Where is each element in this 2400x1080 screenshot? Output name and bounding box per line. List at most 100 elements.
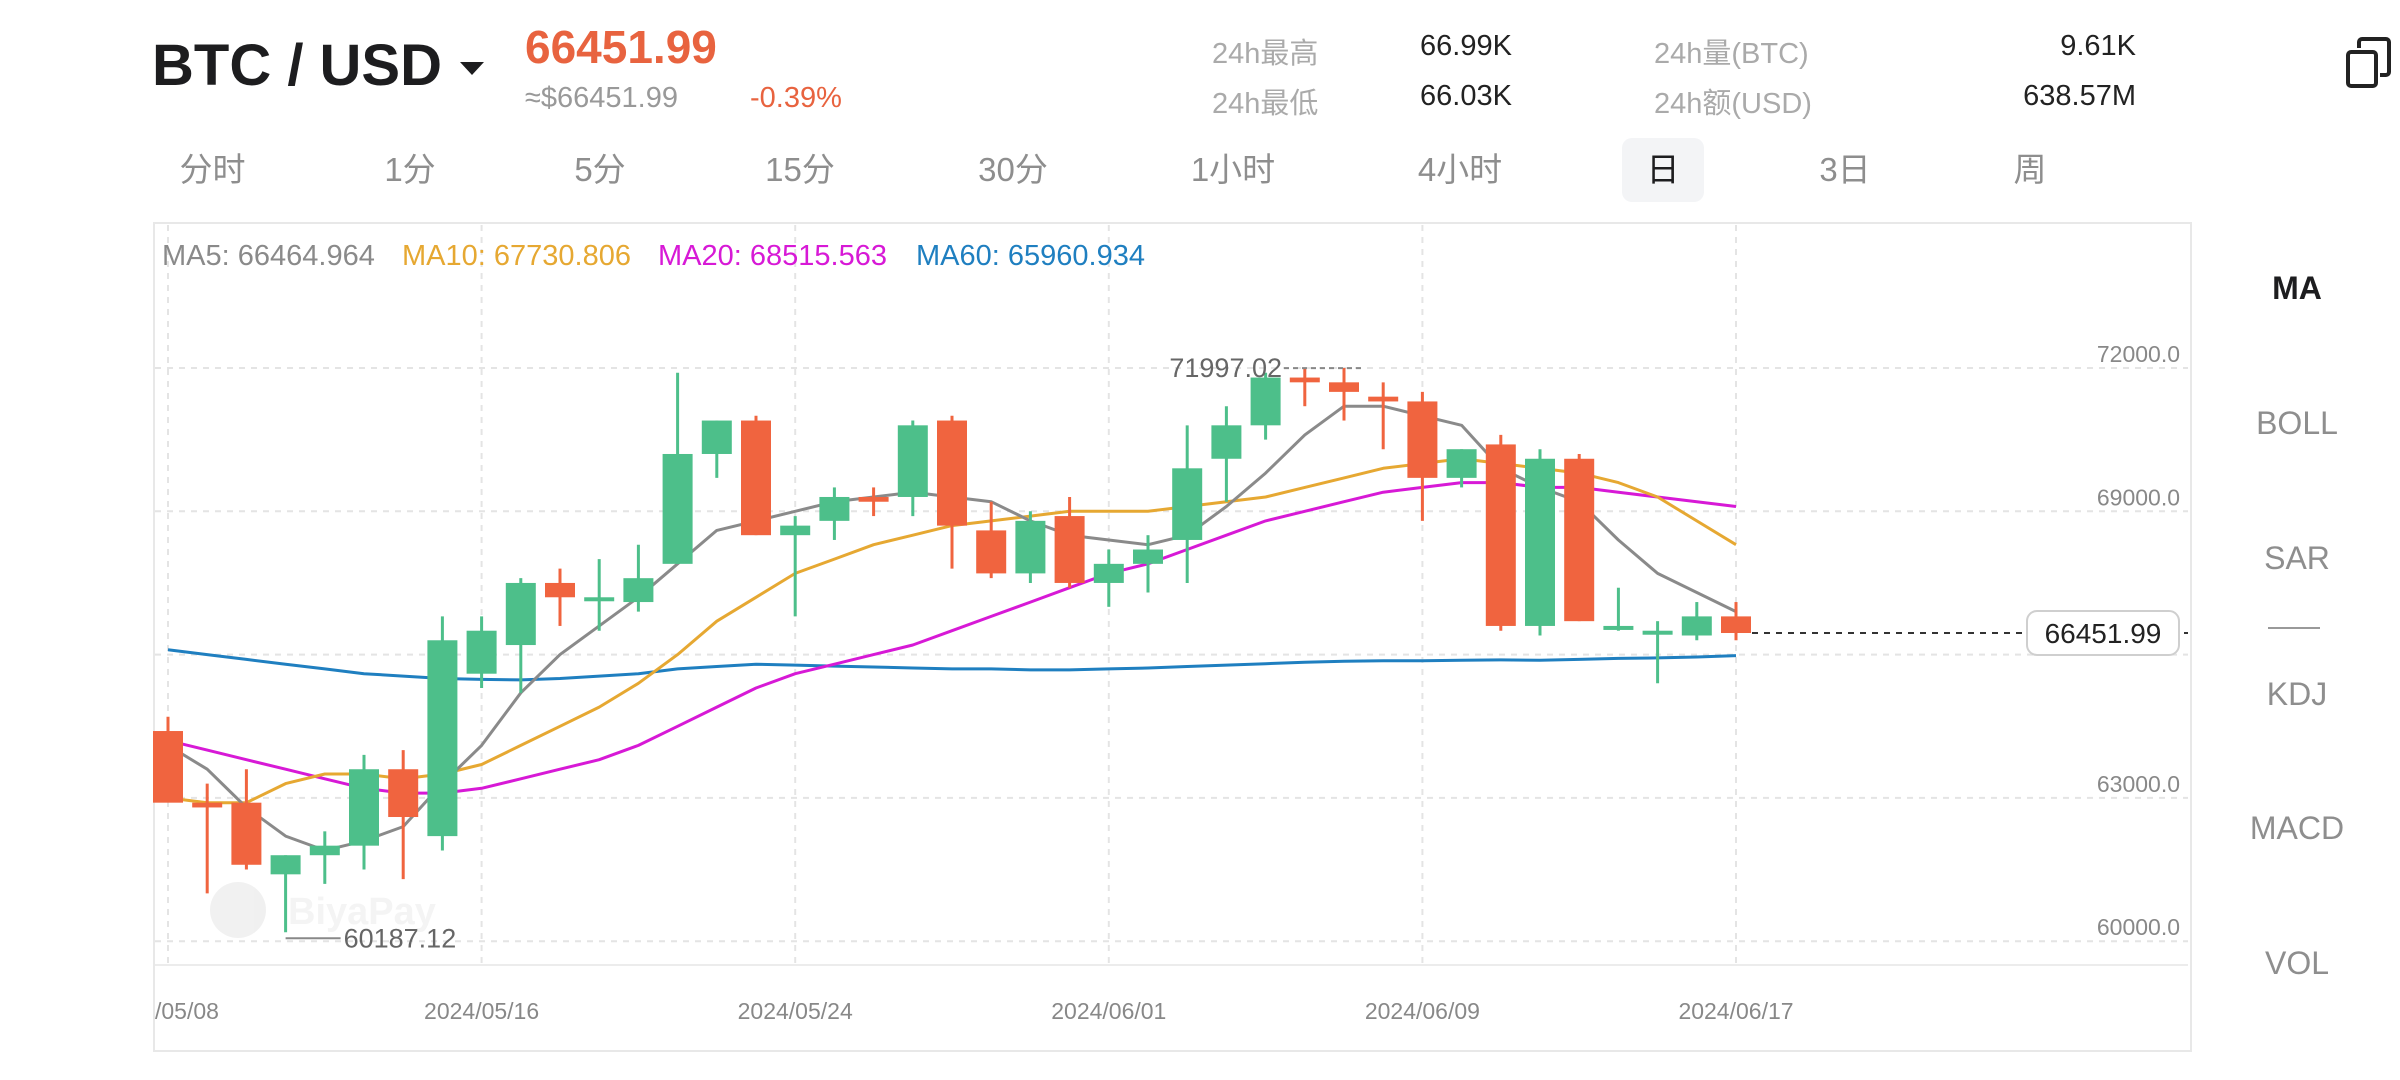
- candle: [1172, 425, 1203, 583]
- candle-body: [1093, 563, 1124, 583]
- candle-body: [1603, 625, 1634, 630]
- candle: [1642, 621, 1673, 684]
- candle-body: [192, 802, 223, 808]
- candle-body: [623, 578, 654, 603]
- candle: [427, 616, 458, 851]
- candle: [976, 501, 1007, 579]
- x-tick-label: 2024/06/09: [1365, 998, 1480, 1024]
- y-tick-label: 60000.0: [2097, 914, 2180, 940]
- candle-body: [976, 530, 1007, 574]
- indicator-macd[interactable]: MACD: [2192, 810, 2400, 847]
- legend-ma5: MA5: 66464.964: [162, 240, 375, 272]
- candle: [1603, 587, 1634, 631]
- candle-body: [270, 855, 301, 875]
- candle: [231, 769, 262, 870]
- candle: [1093, 549, 1124, 607]
- x-axis: /05/08 2024/05/16 2024/05/24 2024/06/01 2024…: [155, 998, 1794, 1024]
- y-tick-label: 69000.0: [2097, 484, 2180, 510]
- candle: [1407, 391, 1438, 521]
- candle-body: [858, 496, 889, 502]
- indicator-sar[interactable]: SAR: [2192, 540, 2400, 577]
- candle: [1525, 449, 1555, 636]
- indicator-panel: MA BOLL SAR KDJ MACD VOL: [2190, 222, 2400, 1052]
- candle-body: [466, 630, 497, 674]
- candle-body: [1368, 396, 1399, 402]
- candle-body: [1211, 425, 1242, 459]
- candles: [153, 368, 1751, 933]
- candle-body: [701, 420, 732, 454]
- candle: [1289, 368, 1320, 407]
- candle-body: [1642, 630, 1673, 635]
- candle-body: [505, 582, 536, 646]
- candle: [662, 372, 693, 564]
- candle-body: [545, 582, 575, 598]
- candle: [741, 415, 771, 536]
- candle-body: [897, 425, 928, 497]
- max-label: 71997.02: [1169, 353, 1282, 383]
- candle-body: [1329, 382, 1359, 392]
- indicator-vol[interactable]: VOL: [2192, 945, 2400, 982]
- y-tick-label: 72000.0: [2097, 341, 2180, 367]
- candle: [466, 616, 497, 689]
- candle-body: [153, 731, 183, 803]
- candle-body: [937, 420, 967, 526]
- x-tick-label: 2024/06/17: [1678, 998, 1793, 1024]
- candle: [1368, 382, 1399, 450]
- x-tick-label: /05/08: [155, 998, 219, 1024]
- candle-body: [1564, 458, 1595, 622]
- candle-body: [1525, 458, 1555, 626]
- candle-body: [819, 496, 850, 521]
- candle-body: [780, 525, 811, 536]
- candle: [897, 420, 928, 517]
- chart-grid: [155, 225, 2188, 966]
- candle: [701, 420, 732, 478]
- candle: [1681, 602, 1712, 641]
- indicator-divider: [2268, 627, 2320, 629]
- indicator-kdj[interactable]: KDJ: [2192, 676, 2400, 713]
- candle-body: [1721, 616, 1751, 634]
- candle-body: [1407, 401, 1438, 478]
- candle: [545, 568, 575, 626]
- candle: [1485, 434, 1516, 631]
- min-label: 60187.12: [344, 923, 457, 953]
- candle: [1211, 406, 1242, 502]
- candle: [349, 754, 379, 870]
- candle: [937, 415, 967, 569]
- candle-body: [1172, 468, 1203, 540]
- candle-body: [1054, 516, 1085, 583]
- legend-ma10: MA10: 67730.806: [402, 240, 631, 272]
- indicator-boll[interactable]: BOLL: [2192, 405, 2400, 442]
- candle: [505, 578, 536, 693]
- indicator-ma[interactable]: MA: [2192, 270, 2400, 307]
- y-tick-label: 63000.0: [2097, 771, 2180, 797]
- candle-body: [1681, 616, 1712, 636]
- candle-body: [388, 769, 419, 818]
- candle: [1564, 453, 1595, 622]
- candle: [819, 487, 850, 540]
- candle-body: [1133, 549, 1163, 564]
- candle-body: [662, 453, 693, 564]
- watermark-logo-icon: [210, 882, 266, 938]
- candle-body: [349, 769, 379, 846]
- candle-body: [427, 640, 458, 837]
- x-tick-label: 2024/05/16: [424, 998, 539, 1024]
- candle: [780, 516, 811, 617]
- legend-ma20: MA20: 68515.563: [658, 240, 887, 272]
- candle-body: [741, 420, 771, 536]
- x-tick-label: 2024/05/24: [738, 998, 853, 1024]
- candlestick-chart[interactable]: BiyaPay 72000.069000.066000.063000.06000…: [0, 0, 2400, 1080]
- ma-legend: MA5: 66464.964 MA10: 67730.806 MA20: 685…: [162, 240, 1145, 272]
- candle-body: [1289, 377, 1320, 383]
- legend-ma60: MA60: 65960.934: [916, 240, 1145, 272]
- candle-body: [1250, 377, 1281, 426]
- candle: [309, 831, 340, 884]
- x-tick-label: 2024/06/01: [1051, 998, 1166, 1024]
- candle-body: [1485, 444, 1516, 626]
- candle: [153, 716, 183, 803]
- current-price-label: 66451.99: [2045, 618, 2162, 649]
- candle: [1015, 511, 1046, 583]
- candle: [388, 750, 419, 880]
- candle-body: [1015, 520, 1046, 574]
- candle-body: [1446, 449, 1477, 478]
- candle-body: [309, 845, 340, 856]
